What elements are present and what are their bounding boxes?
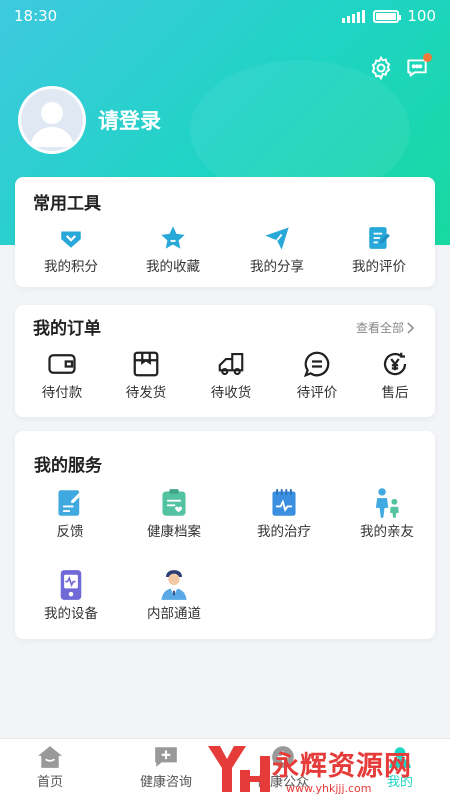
bottom-tab-bar: 首页 健康咨询 健康公众 我的	[0, 738, 450, 800]
treatment-icon	[267, 486, 301, 520]
tool-points[interactable]: 我的积分	[41, 221, 101, 275]
services-card: 我的服务 反馈 健康档案 我的治疗 我的亲友 我的设备 内部通道	[15, 431, 435, 639]
comment-icon	[300, 347, 334, 381]
tool-reviews[interactable]: 我的评价	[349, 221, 409, 275]
order-pending-review[interactable]: 待评价	[292, 347, 342, 401]
service-treatment[interactable]: 我的治疗	[254, 486, 314, 540]
view-all-orders-link[interactable]: 查看全部	[356, 319, 415, 336]
tab-consult[interactable]: 健康咨询	[133, 745, 199, 790]
user-icon	[389, 747, 411, 768]
login-area[interactable]: 请登录	[18, 86, 161, 154]
service-internal-channel[interactable]: 内部通道	[144, 568, 204, 622]
avatar[interactable]	[18, 86, 86, 154]
orders-title: 我的订单	[33, 319, 101, 339]
consult-icon	[155, 747, 177, 767]
settings-icon[interactable]	[368, 55, 394, 81]
notification-dot	[423, 53, 432, 62]
diamond-icon	[54, 221, 88, 255]
package-icon	[129, 347, 163, 381]
battery-icon	[373, 9, 402, 23]
health-record-icon	[157, 486, 191, 520]
family-icon	[370, 486, 404, 520]
tab-home[interactable]: 首页	[30, 745, 70, 790]
battery-level: 100	[407, 7, 436, 25]
services-title: 我的服务	[34, 456, 102, 476]
service-family[interactable]: 我的亲友	[357, 486, 417, 540]
order-pending-shipment[interactable]: 待发货	[121, 347, 171, 401]
yen-refund-icon	[378, 347, 412, 381]
order-pending-receipt[interactable]: 待收货	[206, 347, 256, 401]
status-bar: 18:30 100	[0, 0, 450, 32]
device-icon	[54, 568, 88, 602]
status-time: 18:30	[14, 7, 58, 25]
service-device[interactable]: 我的设备	[41, 568, 101, 622]
service-feedback[interactable]: 反馈	[45, 486, 95, 540]
tool-favorites[interactable]: 我的收藏	[143, 221, 203, 275]
tab-mine[interactable]: 我的	[380, 745, 420, 790]
tools-title: 常用工具	[33, 194, 101, 214]
doctor-icon	[157, 568, 191, 602]
truck-icon	[214, 347, 248, 381]
order-pending-payment[interactable]: 待付款	[37, 347, 87, 401]
feedback-icon	[53, 486, 87, 520]
wallet-icon	[45, 347, 79, 381]
order-after-sales[interactable]: 售后	[370, 347, 420, 401]
tab-public[interactable]: 健康公众	[250, 745, 316, 790]
home-icon	[38, 746, 62, 768]
tool-share[interactable]: 我的分享	[247, 221, 307, 275]
send-icon	[260, 221, 294, 255]
login-link[interactable]: 请登录	[98, 105, 161, 135]
chevron-right-icon	[407, 321, 415, 334]
tools-card: 常用工具 我的积分 我的收藏 我的分享 我的评价	[15, 177, 435, 287]
star-icon	[156, 221, 190, 255]
message-icon[interactable]	[404, 53, 432, 81]
signal-icon	[342, 9, 366, 23]
public-icon	[272, 746, 294, 768]
service-health-record[interactable]: 健康档案	[144, 486, 204, 540]
orders-card: 我的订单 查看全部 待付款 待发货 待收货 待评价 售后	[15, 305, 435, 417]
edit-note-icon	[362, 221, 396, 255]
